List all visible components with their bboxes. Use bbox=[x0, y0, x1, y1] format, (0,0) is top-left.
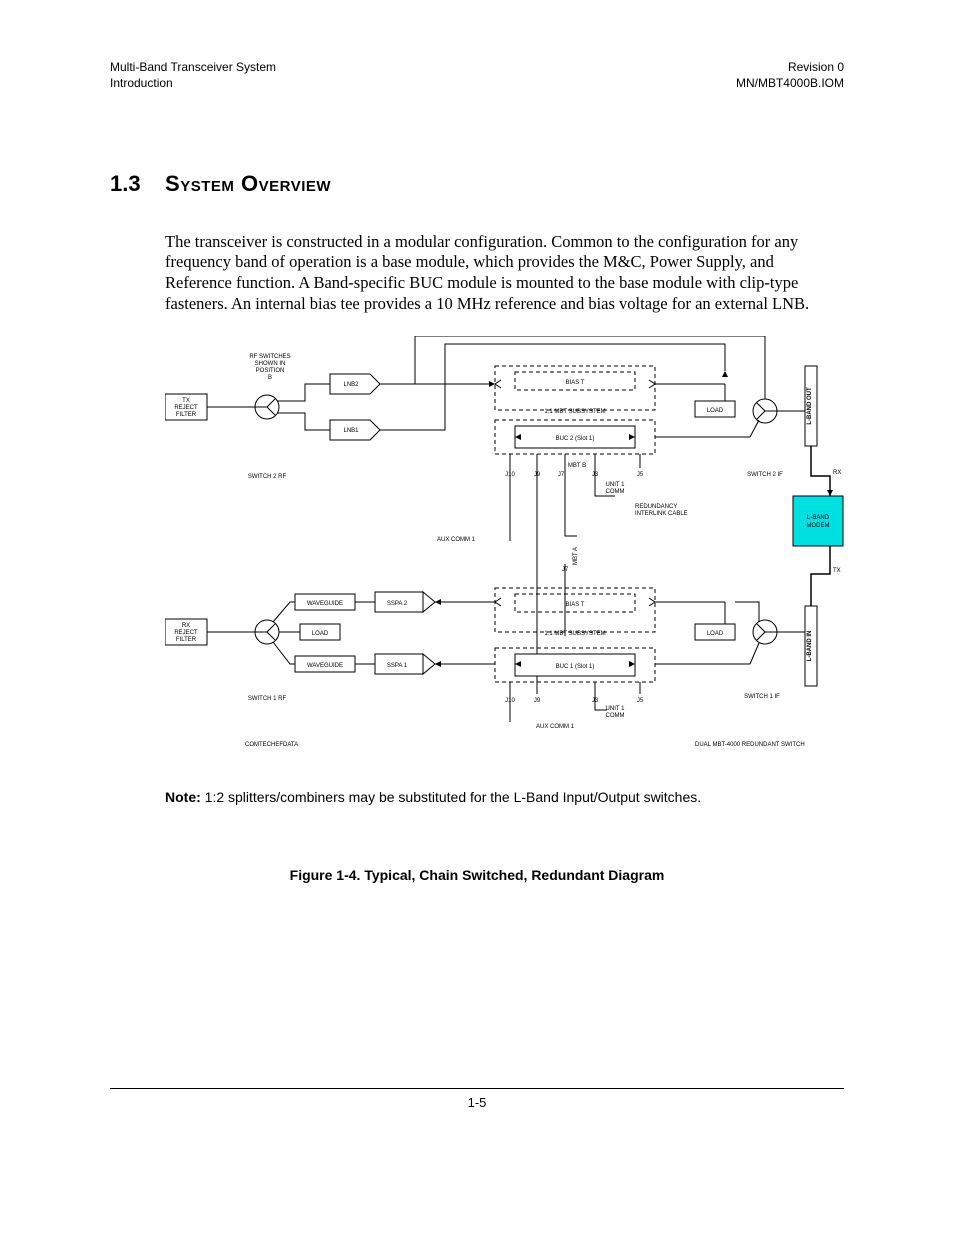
box-mbt-sub-bottom: 1:1 MBT SUBSYSTEM BIAS T bbox=[495, 588, 655, 637]
svg-text:J7: J7 bbox=[558, 472, 565, 478]
box-buc2: BUC 2 (Slot 1) bbox=[515, 426, 635, 448]
svg-text:BIAS T: BIAS T bbox=[566, 602, 585, 608]
svg-text:RX: RX bbox=[833, 470, 841, 476]
box-lnb1: LNB1 bbox=[330, 420, 380, 440]
svg-text:L-BAND OUT: L-BAND OUT bbox=[807, 387, 813, 425]
svg-text:COMM: COMM bbox=[606, 713, 625, 719]
svg-text:MODEM: MODEM bbox=[807, 523, 830, 529]
svg-text:BUC 1 (Slot 1): BUC 1 (Slot 1) bbox=[556, 664, 595, 670]
svg-text:LOAD: LOAD bbox=[707, 631, 724, 637]
svg-text:FILTER: FILTER bbox=[176, 412, 197, 418]
svg-text:J5: J5 bbox=[637, 472, 644, 478]
body-paragraph: The transceiver is constructed in a modu… bbox=[165, 232, 844, 315]
svg-text:MBT A: MBT A bbox=[573, 547, 579, 565]
label-dual-mbt: DUAL MBT-4000 REDUNDANT SWITCH bbox=[695, 742, 805, 748]
page-header: Multi-Band Transceiver System Introducti… bbox=[110, 60, 844, 91]
svg-text:1:1 MBT SUBSYSTEM: 1:1 MBT SUBSYSTEM bbox=[544, 631, 605, 637]
box-sspa2: SSPA 2 bbox=[375, 592, 435, 612]
svg-text:REDUNDANCY: REDUNDANCY bbox=[635, 504, 677, 510]
section-title: System Overview bbox=[165, 171, 331, 196]
svg-text:UNIT 1: UNIT 1 bbox=[606, 482, 626, 488]
svg-text:SWITCH 2 IF: SWITCH 2 IF bbox=[747, 472, 783, 478]
svg-text:SWITCH 1 IF: SWITCH 1 IF bbox=[744, 694, 780, 700]
label-rf-switches: RF SWITCHES bbox=[249, 354, 290, 360]
note-body: 1:2 splitters/combiners may be substitut… bbox=[201, 789, 701, 805]
svg-text:TX: TX bbox=[182, 398, 190, 404]
figure-caption: Figure 1-4. Typical, Chain Switched, Red… bbox=[110, 867, 844, 883]
svg-text:REJECT: REJECT bbox=[174, 405, 198, 411]
svg-text:1:1 MBT SUBSYSTEM: 1:1 MBT SUBSYSTEM bbox=[544, 409, 605, 415]
svg-text:RX: RX bbox=[182, 623, 190, 629]
svg-text:SWITCH 2 RF: SWITCH 2 RF bbox=[248, 474, 287, 480]
page-footer: 1-5 bbox=[110, 1088, 844, 1110]
svg-text:LNB2: LNB2 bbox=[343, 382, 359, 388]
svg-text:J9: J9 bbox=[534, 698, 541, 704]
svg-text:WAVEGUIDE: WAVEGUIDE bbox=[307, 663, 343, 669]
svg-text:FILTER: FILTER bbox=[176, 637, 197, 643]
header-left-bottom: Introduction bbox=[110, 76, 276, 92]
svg-text:WAVEGUIDE: WAVEGUIDE bbox=[307, 601, 343, 607]
box-lband-modem bbox=[793, 496, 843, 546]
box-lnb2: LNB2 bbox=[330, 374, 380, 394]
section-number: 1.3 bbox=[110, 171, 141, 196]
svg-text:INTERLINK CABLE: INTERLINK CABLE bbox=[635, 511, 688, 517]
page-number: 1-5 bbox=[468, 1095, 487, 1110]
svg-text:LOAD: LOAD bbox=[312, 631, 329, 637]
label-comtech: COMTECHEFDATA bbox=[245, 742, 298, 748]
svg-text:L-BAND IN: L-BAND IN bbox=[807, 631, 813, 662]
svg-text:POSITION: POSITION bbox=[256, 368, 285, 374]
svg-text:UNIT 1: UNIT 1 bbox=[606, 706, 626, 712]
header-right-bottom: MN/MBT4000B.IOM bbox=[736, 76, 844, 92]
svg-text:AUX COMM 1: AUX COMM 1 bbox=[437, 537, 476, 543]
svg-text:SHOWN IN: SHOWN IN bbox=[255, 361, 286, 367]
note-text: Note: 1:2 splitters/combiners may be sub… bbox=[165, 789, 844, 805]
svg-text:SWITCH 1 RF: SWITCH 1 RF bbox=[248, 696, 287, 702]
header-right-top: Revision 0 bbox=[736, 60, 844, 76]
header-left-top: Multi-Band Transceiver System bbox=[110, 60, 276, 76]
svg-text:BIAS T: BIAS T bbox=[566, 380, 585, 386]
note-label: Note: bbox=[165, 789, 201, 805]
svg-text:AUX COMM 1: AUX COMM 1 bbox=[536, 724, 575, 730]
svg-text:MBT B: MBT B bbox=[568, 463, 586, 469]
svg-text:BUC 2 (Slot 1): BUC 2 (Slot 1) bbox=[556, 436, 595, 442]
svg-text:B: B bbox=[268, 375, 272, 381]
svg-text:LOAD: LOAD bbox=[707, 408, 724, 414]
svg-text:J5: J5 bbox=[637, 698, 644, 704]
box-mbt-sub-top: 1:1 MBT SUBSYSTEM BIAS T bbox=[495, 366, 655, 415]
svg-text:SSPA 1: SSPA 1 bbox=[387, 663, 408, 669]
svg-text:L-BAND: L-BAND bbox=[807, 515, 830, 521]
svg-text:SSPA 2: SSPA 2 bbox=[387, 601, 408, 607]
svg-text:TX: TX bbox=[833, 568, 841, 574]
svg-text:COMM: COMM bbox=[606, 489, 625, 495]
box-sspa1: SSPA 1 bbox=[375, 654, 435, 674]
section-heading: 1.3 System Overview bbox=[110, 171, 844, 197]
svg-text:LNB1: LNB1 bbox=[343, 428, 359, 434]
system-diagram: RF SWITCHES SHOWN IN POSITION B TX REJEC… bbox=[165, 336, 844, 771]
svg-text:REJECT: REJECT bbox=[174, 630, 198, 636]
